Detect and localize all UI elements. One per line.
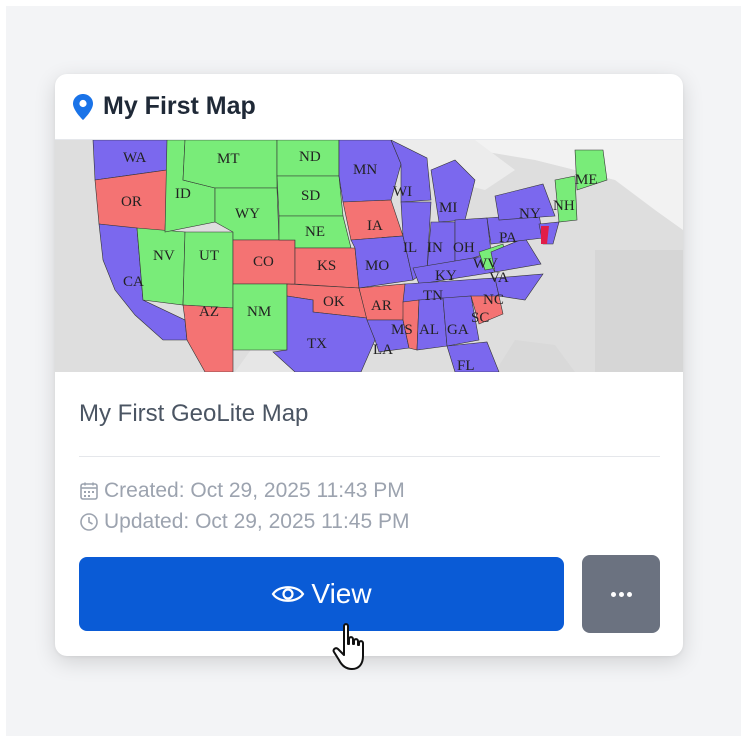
created-row: Created: Oct 29, 2025 11:43 PM: [79, 479, 405, 503]
svg-text:WY: WY: [235, 206, 260, 222]
card-divider: [79, 456, 660, 457]
svg-text:IA: IA: [367, 218, 383, 234]
svg-text:KS: KS: [317, 258, 336, 274]
svg-text:VA: VA: [489, 270, 509, 286]
svg-text:PA: PA: [499, 230, 517, 246]
svg-text:OK: OK: [323, 294, 345, 310]
svg-text:AL: AL: [419, 322, 439, 338]
svg-text:IL: IL: [403, 240, 417, 256]
svg-text:MI: MI: [439, 200, 457, 216]
svg-text:SC: SC: [471, 310, 489, 326]
svg-text:MS: MS: [391, 322, 413, 338]
svg-text:OH: OH: [453, 240, 475, 256]
svg-text:AZ: AZ: [199, 304, 219, 320]
svg-text:MO: MO: [365, 258, 389, 274]
svg-text:NM: NM: [247, 304, 271, 320]
svg-text:MT: MT: [217, 151, 240, 167]
view-button[interactable]: View: [79, 557, 564, 631]
page-edge-left: [0, 0, 6, 742]
svg-text:CA: CA: [123, 274, 144, 290]
svg-text:WA: WA: [123, 150, 146, 166]
svg-text:TX: TX: [307, 336, 327, 352]
hand-pointer-icon: [332, 623, 364, 670]
svg-text:IN: IN: [427, 240, 443, 256]
us-map-image: WA MT ND MN ME OR ID SD WI MI NY NH WY N…: [55, 140, 683, 372]
svg-text:WI: WI: [393, 184, 412, 200]
svg-text:MN: MN: [353, 162, 377, 178]
svg-text:AR: AR: [371, 298, 392, 314]
svg-text:LA: LA: [373, 342, 393, 358]
ellipsis-icon: [610, 591, 632, 597]
map-description: My First GeoLite Map: [79, 400, 309, 427]
svg-text:SD: SD: [301, 188, 320, 204]
updated-row: Updated: Oct 29, 2025 11:45 PM: [79, 510, 409, 534]
card-title: My First Map: [103, 92, 256, 120]
svg-text:NE: NE: [305, 224, 325, 240]
eye-icon: [272, 586, 305, 602]
svg-text:ND: ND: [299, 149, 321, 165]
svg-text:NC: NC: [483, 292, 504, 308]
page-edge-top: [0, 0, 747, 6]
svg-text:ID: ID: [175, 186, 191, 202]
card-header: My First Map: [55, 74, 683, 140]
page-edge-bottom: [0, 736, 747, 742]
updated-text: Updated: Oct 29, 2025 11:45 PM: [104, 510, 410, 533]
svg-text:UT: UT: [199, 248, 219, 264]
created-text: Created: Oct 29, 2025 11:43 PM: [104, 479, 405, 502]
svg-text:NH: NH: [553, 198, 575, 214]
clock-icon: [80, 513, 98, 531]
svg-text:KY: KY: [435, 268, 457, 284]
svg-text:CO: CO: [253, 254, 274, 270]
view-button-label: View: [311, 578, 372, 609]
svg-text:NV: NV: [153, 248, 175, 264]
svg-text:ME: ME: [575, 172, 598, 188]
svg-text:FL: FL: [457, 358, 475, 372]
svg-text:GA: GA: [447, 322, 469, 338]
svg-text:TN: TN: [423, 288, 443, 304]
map-pin-icon: [73, 93, 93, 120]
svg-text:NY: NY: [519, 206, 541, 222]
svg-text:OR: OR: [121, 194, 142, 210]
more-options-button[interactable]: [582, 555, 660, 633]
map-card[interactable]: My First Map WA MT ND MN ME OR ID SD WI …: [55, 74, 683, 656]
calendar-icon: [80, 482, 98, 500]
page-edge-right: [741, 0, 747, 742]
map-thumbnail[interactable]: WA MT ND MN ME OR ID SD WI MI NY NH WY N…: [55, 140, 683, 372]
